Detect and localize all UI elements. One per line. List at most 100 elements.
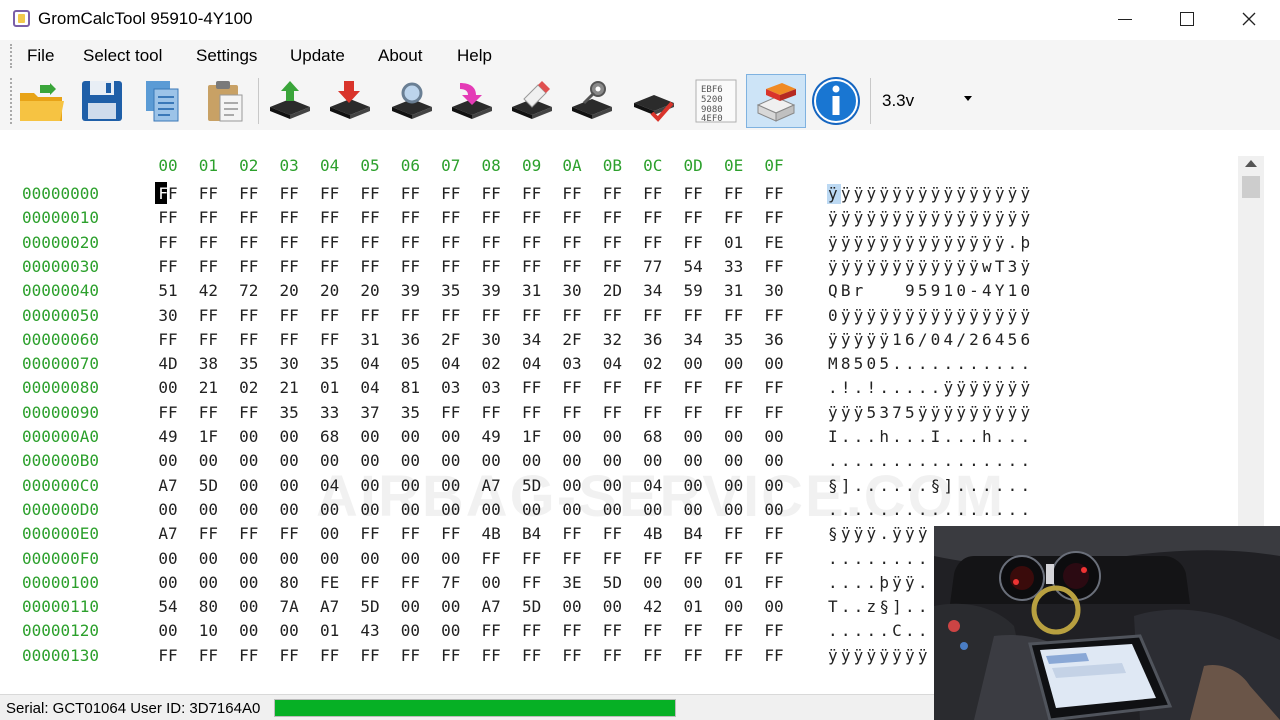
hex-byte[interactable]: 20 [269, 281, 309, 300]
hex-byte[interactable]: 00 [229, 597, 269, 616]
hex-byte[interactable]: 5D [188, 476, 228, 495]
hex-byte[interactable]: FF [269, 646, 309, 665]
menu-file[interactable]: File [27, 46, 54, 66]
menu-help[interactable]: Help [457, 46, 492, 66]
hex-byte[interactable]: 2F [552, 330, 592, 349]
hex-byte[interactable]: A7 [148, 476, 188, 495]
hex-byte[interactable]: 20 [310, 281, 350, 300]
hex-byte[interactable]: 00 [269, 427, 309, 446]
hex-byte[interactable]: 10 [188, 621, 228, 640]
hex-byte[interactable]: 72 [229, 281, 269, 300]
hex-byte[interactable]: FF [310, 257, 350, 276]
hex-byte[interactable]: 68 [633, 427, 673, 446]
hex-byte[interactable]: 01 [714, 233, 754, 252]
hex-byte[interactable]: FF [512, 549, 552, 568]
hex-byte[interactable]: 00 [390, 427, 430, 446]
hex-byte[interactable]: 00 [714, 597, 754, 616]
hex-byte[interactable]: FF [592, 233, 632, 252]
hex-byte[interactable]: 54 [673, 257, 713, 276]
hex-byte[interactable]: FF [512, 646, 552, 665]
save-button[interactable] [74, 74, 130, 128]
hex-byte[interactable]: FF [188, 330, 228, 349]
hex-byte[interactable]: FF [229, 257, 269, 276]
hex-row[interactable]: 00000080 00 21 02 21 01 04 81 03 03 FF FF FF FF FF FF FF… [16, 378, 1256, 402]
hex-byte[interactable]: FF [633, 621, 673, 640]
hex-row[interactable]: 00000050 30 FF FF FF FF FF FF FF FF FF FF FF FF FF FF FF… [16, 306, 1256, 330]
copy-button[interactable] [134, 74, 190, 128]
hex-byte[interactable]: FF [714, 403, 754, 422]
row-ascii[interactable]: ÿÿÿÿÿ16/04/26456 [828, 330, 1033, 349]
row-ascii[interactable]: ÿÿÿ5375ÿÿÿÿÿÿÿÿÿ [828, 403, 1033, 422]
hex-byte[interactable]: 00 [471, 573, 511, 592]
hex-byte[interactable]: FF [431, 208, 471, 227]
hex-byte[interactable]: 42 [633, 597, 673, 616]
hex-byte[interactable]: 00 [269, 476, 309, 495]
hex-byte[interactable]: FF [310, 233, 350, 252]
hex-byte[interactable]: 00 [148, 500, 188, 519]
hex-byte[interactable]: FF [633, 403, 673, 422]
hex-byte[interactable]: 30 [552, 281, 592, 300]
hex-row[interactable]: 00000030 FF FF FF FF FF FF FF FF FF FF FF FF 77 54 33 FF… [16, 257, 1256, 281]
hex-byte[interactable]: 00 [754, 354, 794, 373]
hex-byte[interactable]: 04 [431, 354, 471, 373]
hex-byte[interactable]: FF [269, 257, 309, 276]
hex-byte[interactable]: 1F [188, 427, 228, 446]
hex-byte[interactable]: 00 [633, 573, 673, 592]
hex-byte[interactable]: FF [269, 330, 309, 349]
hex-byte[interactable]: 00 [390, 621, 430, 640]
hex-byte[interactable]: FF [592, 208, 632, 227]
hex-byte[interactable]: FF [673, 208, 713, 227]
hex-byte[interactable]: FF [633, 306, 673, 325]
hex-byte[interactable]: 00 [390, 549, 430, 568]
row-ascii[interactable]: .....C.. [828, 621, 931, 640]
hex-byte[interactable]: FF [229, 184, 269, 203]
hex-byte[interactable]: FF [754, 621, 794, 640]
hex-byte[interactable]: 00 [269, 500, 309, 519]
hex-byte[interactable]: 21 [269, 378, 309, 397]
hex-byte[interactable]: 33 [310, 403, 350, 422]
hex-byte[interactable]: FF [390, 233, 430, 252]
hex-byte[interactable]: FF [310, 330, 350, 349]
hex-byte[interactable]: FF [310, 184, 350, 203]
hex-byte[interactable]: 00 [269, 549, 309, 568]
hex-byte[interactable]: 20 [350, 281, 390, 300]
search-chip-button[interactable] [384, 74, 440, 128]
hex-byte[interactable]: 00 [148, 451, 188, 470]
hex-byte[interactable]: FF [592, 257, 632, 276]
hex-byte[interactable]: FF [148, 208, 188, 227]
hex-byte[interactable]: 00 [431, 597, 471, 616]
hex-byte[interactable]: 02 [633, 354, 673, 373]
hex-byte[interactable]: 7A [269, 597, 309, 616]
hex-row[interactable]: 00000090 FF FF FF 35 33 37 35 FF FF FF FF FF FF FF FF FF… [16, 403, 1256, 427]
hex-byte[interactable]: FF [390, 257, 430, 276]
hex-byte[interactable]: FF [269, 184, 309, 203]
hex-byte[interactable]: 00 [754, 597, 794, 616]
row-ascii[interactable]: M8505........... [828, 354, 1033, 373]
erase-chip-button[interactable] [504, 74, 560, 128]
hex-byte[interactable]: FF [310, 306, 350, 325]
hex-byte[interactable]: FF [633, 378, 673, 397]
hex-byte[interactable]: 00 [188, 500, 228, 519]
hex-byte[interactable]: FF [269, 306, 309, 325]
menu-settings[interactable]: Settings [196, 46, 257, 66]
hex-byte[interactable]: FF [350, 257, 390, 276]
hex-byte[interactable]: 35 [714, 330, 754, 349]
menu-select-tool[interactable]: Select tool [83, 46, 162, 66]
hex-byte[interactable]: FF [673, 378, 713, 397]
hex-byte[interactable]: FF [350, 306, 390, 325]
hex-byte[interactable]: FF [714, 378, 754, 397]
hex-byte[interactable]: 2F [431, 330, 471, 349]
hex-byte[interactable]: 31 [714, 281, 754, 300]
hex-row[interactable]: 000000A0 49 1F 00 00 68 00 00 00 49 1F 00 00 68 00 00 00… [16, 427, 1256, 451]
hex-byte[interactable]: FF [471, 257, 511, 276]
hex-byte[interactable]: 59 [673, 281, 713, 300]
row-ascii[interactable]: I...h...I...h... [828, 427, 1033, 446]
hex-byte[interactable]: 04 [350, 354, 390, 373]
hex-byte[interactable]: 3E [552, 573, 592, 592]
hex-byte[interactable]: FF [552, 306, 592, 325]
chip-settings-button[interactable] [564, 74, 620, 128]
hex-byte[interactable]: 32 [592, 330, 632, 349]
hex-byte[interactable]: 77 [633, 257, 673, 276]
hex-byte[interactable]: FF [673, 306, 713, 325]
hex-byte[interactable]: 68 [310, 427, 350, 446]
